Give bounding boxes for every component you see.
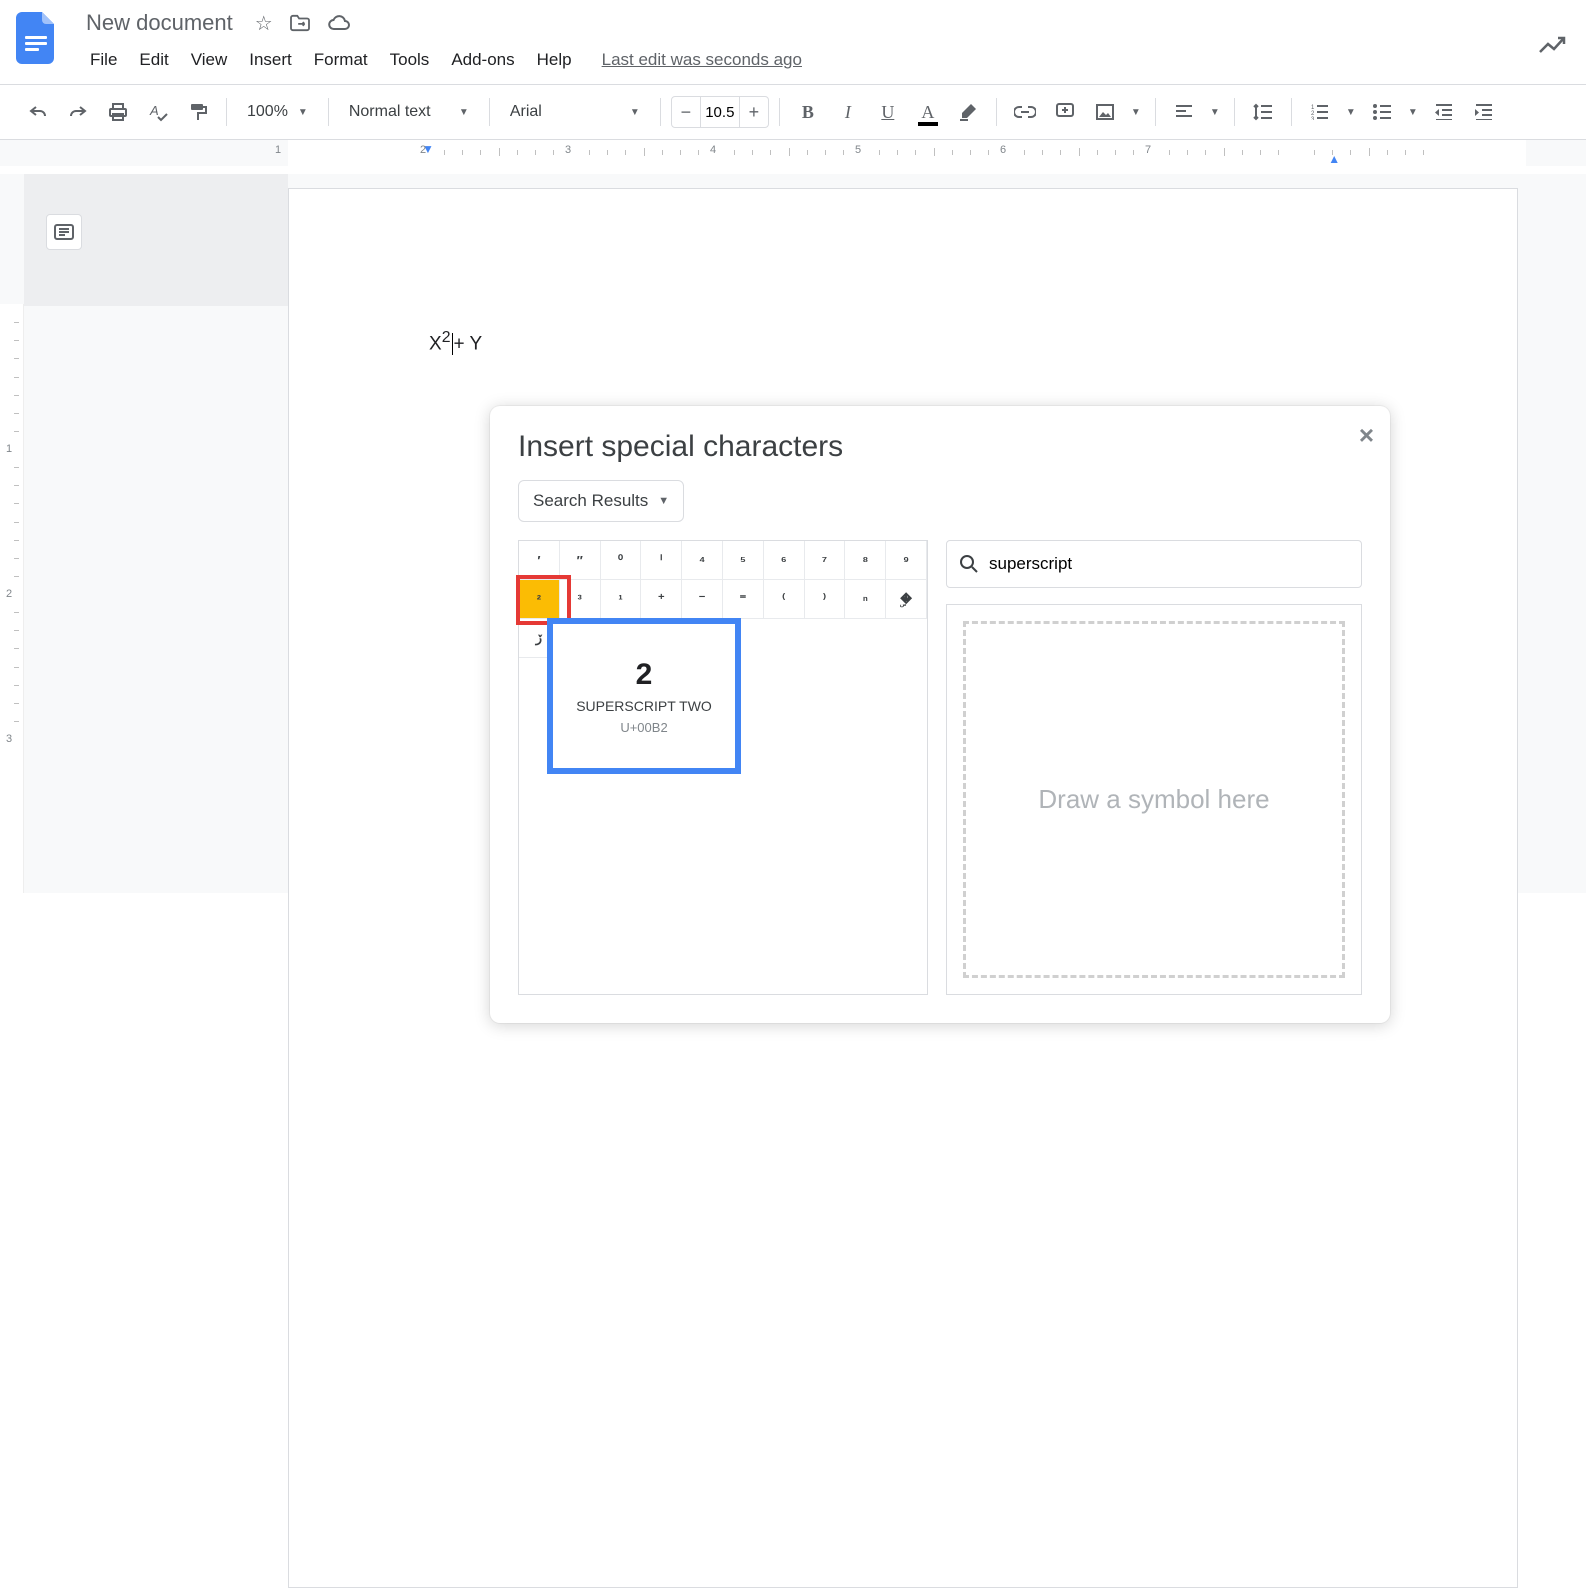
char-cell[interactable]: ″ <box>560 541 601 580</box>
document-canvas: 123 X2+ Y × Insert special characters Se… <box>0 174 1586 893</box>
redo-button[interactable] <box>60 94 96 130</box>
star-icon[interactable]: ☆ <box>255 11 273 36</box>
document-title[interactable]: New document <box>80 8 239 38</box>
char-cell[interactable]: ′ <box>519 541 560 580</box>
svg-text:3: 3 <box>1311 117 1315 120</box>
dialog-title: Insert special characters <box>518 430 1362 464</box>
zoom-select[interactable]: 100%▼ <box>237 94 318 130</box>
bulleted-list-button[interactable] <box>1364 94 1400 130</box>
svg-text:A: A <box>149 103 159 118</box>
bulleted-list-caret[interactable]: ▼ <box>1404 94 1422 130</box>
numbered-list-button[interactable]: 123 <box>1302 94 1338 130</box>
char-cell[interactable]: ¹ <box>601 580 642 619</box>
ruler-vertical: 123 <box>0 304 24 893</box>
draw-placeholder: Draw a symbol here <box>1038 784 1269 815</box>
character-search-input[interactable] <box>989 554 1349 574</box>
char-cell[interactable]: ⁷ <box>805 541 846 580</box>
char-cell[interactable]: �ۣ <box>886 580 927 619</box>
char-cell[interactable]: ⁹ <box>886 541 927 580</box>
character-grid-panel: ′″⁰ⁱ⁴⁵⁶⁷⁸⁹²³¹⁺⁻⁼⁽⁾ⁿ�ۣڒ 2 SUPERSCRIPT TWO… <box>518 540 928 995</box>
align-button[interactable] <box>1166 94 1202 130</box>
menu-addons[interactable]: Add-ons <box>441 44 524 76</box>
menu-view[interactable]: View <box>181 44 238 76</box>
char-cell[interactable]: ⁸ <box>845 541 886 580</box>
char-cell[interactable]: ⁼ <box>723 580 764 619</box>
docs-logo[interactable] <box>16 12 56 64</box>
title-area: New document ☆ File Edit View Insert For… <box>80 8 1570 76</box>
char-cell[interactable]: ⁱ <box>641 541 682 580</box>
font-size-control: − + <box>671 96 769 128</box>
italic-button[interactable]: I <box>830 94 866 130</box>
line-spacing-button[interactable] <box>1245 94 1281 130</box>
tooltip-glyph: 2 <box>636 658 653 692</box>
character-tooltip: 2 SUPERSCRIPT TWO U+00B2 <box>547 618 741 774</box>
spellcheck-button[interactable]: A <box>140 94 176 130</box>
char-cell[interactable]: ⁴ <box>682 541 723 580</box>
toolbar: A 100%▼ Normal text▼ Arial▼ − + B I U A … <box>0 84 1586 140</box>
char-cell[interactable]: ⁽ <box>764 580 805 619</box>
highlight-button[interactable] <box>950 94 986 130</box>
insert-link-button[interactable] <box>1007 94 1043 130</box>
menubar: File Edit View Insert Format Tools Add-o… <box>80 44 1570 76</box>
menu-help[interactable]: Help <box>527 44 582 76</box>
char-cell[interactable]: ⁵ <box>723 541 764 580</box>
char-cell[interactable]: ² <box>519 580 560 619</box>
char-cell[interactable]: ⁺ <box>641 580 682 619</box>
category-dropdown[interactable]: Search Results▼ <box>518 480 684 522</box>
font-family-select[interactable]: Arial▼ <box>500 94 650 130</box>
move-icon[interactable] <box>289 14 311 32</box>
image-options-caret[interactable]: ▼ <box>1127 94 1145 130</box>
underline-button[interactable]: U <box>870 94 906 130</box>
explore-icon[interactable] <box>1538 36 1566 56</box>
bold-button[interactable]: B <box>790 94 826 130</box>
search-icon <box>959 554 979 574</box>
text-color-button[interactable]: A <box>910 94 946 130</box>
numbered-list-caret[interactable]: ▼ <box>1342 94 1360 130</box>
menu-insert[interactable]: Insert <box>239 44 302 76</box>
menu-file[interactable]: File <box>80 44 127 76</box>
menu-format[interactable]: Format <box>304 44 378 76</box>
font-size-increase[interactable]: + <box>740 102 768 123</box>
paragraph-style-select[interactable]: Normal text▼ <box>339 94 479 130</box>
ruler-horizontal: ▼▲1234567 <box>0 140 1586 166</box>
menu-tools[interactable]: Tools <box>380 44 440 76</box>
menu-edit[interactable]: Edit <box>129 44 178 76</box>
last-edit-link[interactable]: Last edit was seconds ago <box>602 50 802 70</box>
dialog-close-button[interactable]: × <box>1359 420 1374 451</box>
tooltip-code: U+00B2 <box>620 720 667 735</box>
outline-toggle-button[interactable] <box>46 214 82 250</box>
char-cell[interactable]: ⁾ <box>805 580 846 619</box>
document-body-text[interactable]: X2+ Y <box>429 329 482 355</box>
char-cell[interactable]: ³ <box>560 580 601 619</box>
cloud-status-icon[interactable] <box>327 14 351 32</box>
paint-format-button[interactable] <box>180 94 216 130</box>
font-size-decrease[interactable]: − <box>672 102 700 123</box>
char-cell[interactable]: ⁿ <box>845 580 886 619</box>
character-search-box <box>946 540 1362 588</box>
draw-symbol-box[interactable]: Draw a symbol here <box>946 604 1362 995</box>
align-caret[interactable]: ▼ <box>1206 94 1224 130</box>
app-header: New document ☆ File Edit View Insert For… <box>0 0 1586 76</box>
undo-button[interactable] <box>20 94 56 130</box>
increase-indent-button[interactable] <box>1466 94 1502 130</box>
add-comment-button[interactable] <box>1047 94 1083 130</box>
tooltip-name: SUPERSCRIPT TWO <box>576 698 712 714</box>
print-button[interactable] <box>100 94 136 130</box>
font-size-input[interactable] <box>700 97 740 127</box>
char-cell[interactable]: ⁻ <box>682 580 723 619</box>
char-cell[interactable]: ⁶ <box>764 541 805 580</box>
special-characters-dialog: × Insert special characters Search Resul… <box>490 406 1390 1023</box>
char-cell[interactable]: ⁰ <box>601 541 642 580</box>
insert-image-button[interactable] <box>1087 94 1123 130</box>
decrease-indent-button[interactable] <box>1426 94 1462 130</box>
